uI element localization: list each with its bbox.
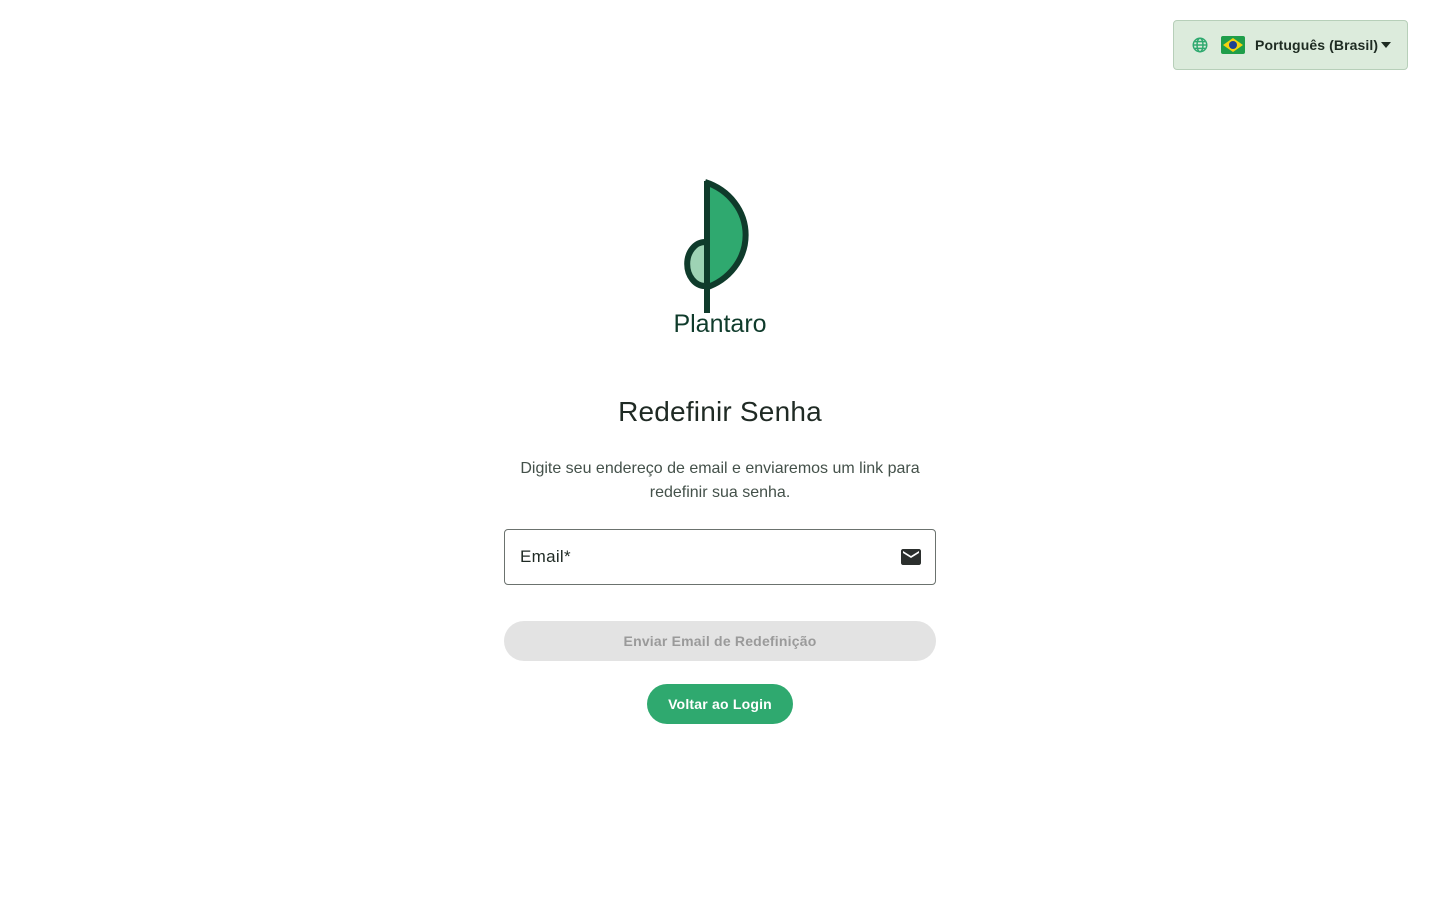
globe-icon [1191, 36, 1209, 54]
back-to-login-button[interactable]: Voltar ao Login [647, 684, 793, 724]
caret-down-icon [1381, 40, 1392, 50]
mail-icon [899, 545, 923, 569]
brand-name: Plantaro [673, 310, 766, 338]
brazil-flag-icon [1221, 36, 1245, 54]
page-title: Redefinir Senha [618, 396, 822, 427]
email-input[interactable] [505, 530, 935, 584]
page-description: Digite seu endereço de email e enviaremo… [520, 460, 920, 501]
email-field[interactable]: Email * [504, 529, 936, 585]
plantaro-logo: Plantaro [660, 176, 780, 338]
language-label: Português (Brasil) [1255, 37, 1379, 53]
send-reset-email-button[interactable]: Enviar Email de Redefinição [504, 621, 936, 661]
language-selector[interactable]: Português (Brasil) [1173, 20, 1408, 70]
